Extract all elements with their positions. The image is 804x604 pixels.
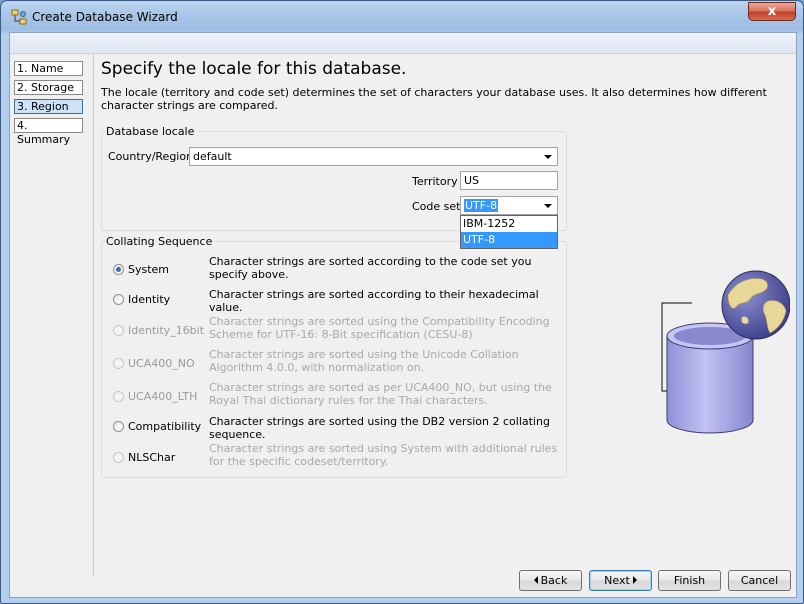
wizard-window: Create Database Wizard x 1. Name 2. Stor… bbox=[0, 0, 804, 604]
nlschar-description: Character strings are sorted using Syste… bbox=[209, 442, 558, 468]
country-region-label: Country/Region bbox=[108, 150, 194, 163]
system-radio[interactable] bbox=[113, 264, 124, 275]
uca400-no-description: Character strings are sorted using the U… bbox=[209, 348, 519, 374]
collating-sequence-title: Collating Sequence bbox=[106, 235, 216, 248]
finish-button[interactable]: Finish bbox=[658, 570, 721, 591]
wizard-app-icon bbox=[11, 9, 27, 25]
nav-divider bbox=[93, 54, 94, 576]
step-storage[interactable]: 2. Storage bbox=[14, 80, 83, 95]
identity-label[interactable]: Identity bbox=[128, 293, 170, 306]
uca400-no-label[interactable]: UCA400_NO bbox=[128, 357, 195, 370]
globe-icon bbox=[721, 270, 790, 340]
identity-16bit-label[interactable]: Identity_16bit bbox=[128, 324, 204, 337]
system-label[interactable]: System bbox=[128, 263, 169, 276]
uca400-no-radio[interactable] bbox=[113, 358, 124, 369]
wizard-client-area: 1. Name 2. Storage 3. Region 4. Summary … bbox=[9, 32, 797, 598]
nlschar-radio[interactable] bbox=[113, 452, 124, 463]
compatibility-radio[interactable] bbox=[113, 421, 124, 432]
next-label: Next bbox=[604, 574, 630, 587]
system-description: Character strings are sorted according t… bbox=[209, 255, 532, 281]
identity-description: Character strings are sorted according t… bbox=[209, 288, 539, 314]
uca400-lth-label[interactable]: UCA400_LTH bbox=[128, 390, 197, 403]
country-region-value: default bbox=[193, 150, 232, 163]
back-label: Back bbox=[540, 574, 568, 587]
page-description: The locale (territory and code set) dete… bbox=[101, 86, 767, 112]
identity-radio[interactable] bbox=[113, 294, 124, 305]
step-summary[interactable]: 4. Summary bbox=[14, 118, 83, 146]
close-button[interactable]: x bbox=[748, 2, 796, 21]
country-region-combo[interactable]: default bbox=[189, 147, 558, 166]
chevron-down-icon bbox=[544, 155, 552, 159]
uca400-lth-radio[interactable] bbox=[113, 391, 124, 402]
compatibility-label[interactable]: Compatibility bbox=[128, 420, 201, 433]
step-navigator: 1. Name 2. Storage 3. Region 4. Summary bbox=[14, 61, 86, 146]
compatibility-description: Character strings are sorted using the D… bbox=[209, 415, 550, 441]
back-button[interactable]: Back bbox=[519, 570, 582, 591]
chevron-right-icon bbox=[632, 576, 637, 584]
uca400-lth-description: Character strings are sorted as per UCA4… bbox=[209, 381, 552, 407]
code-set-option-ibm-1252[interactable]: IBM-1252 bbox=[461, 216, 557, 232]
code-set-combo[interactable]: UTF-8 bbox=[460, 196, 558, 215]
territory-field[interactable]: US bbox=[460, 171, 558, 190]
code-set-option-utf-8[interactable]: UTF-8 bbox=[461, 232, 557, 248]
wizard-banner bbox=[10, 33, 796, 54]
step-region[interactable]: 3. Region bbox=[14, 99, 83, 114]
chevron-left-icon bbox=[533, 576, 538, 584]
code-set-value: UTF-8 bbox=[464, 199, 499, 212]
page-heading: Specify the locale for this database. bbox=[101, 59, 407, 79]
title-bar[interactable]: Create Database Wizard x bbox=[1, 1, 803, 33]
territory-label: Territory bbox=[412, 175, 458, 188]
cancel-button[interactable]: Cancel bbox=[728, 570, 791, 591]
next-button[interactable]: Next bbox=[589, 570, 652, 591]
database-cylinder-icon bbox=[666, 322, 754, 434]
database-illustration bbox=[661, 270, 790, 434]
code-set-label: Code set bbox=[412, 200, 461, 213]
identity-16bit-description: Character strings are sorted using the C… bbox=[209, 315, 550, 341]
nlschar-label[interactable]: NLSChar bbox=[128, 451, 175, 464]
chevron-down-icon bbox=[544, 204, 552, 208]
window-title: Create Database Wizard bbox=[32, 10, 178, 24]
database-locale-title: Database locale bbox=[106, 125, 198, 138]
territory-value: US bbox=[464, 174, 480, 187]
step-name[interactable]: 1. Name bbox=[14, 61, 83, 76]
code-set-dropdown-list: IBM-1252 UTF-8 bbox=[460, 215, 558, 249]
identity-16bit-radio[interactable] bbox=[113, 325, 124, 336]
